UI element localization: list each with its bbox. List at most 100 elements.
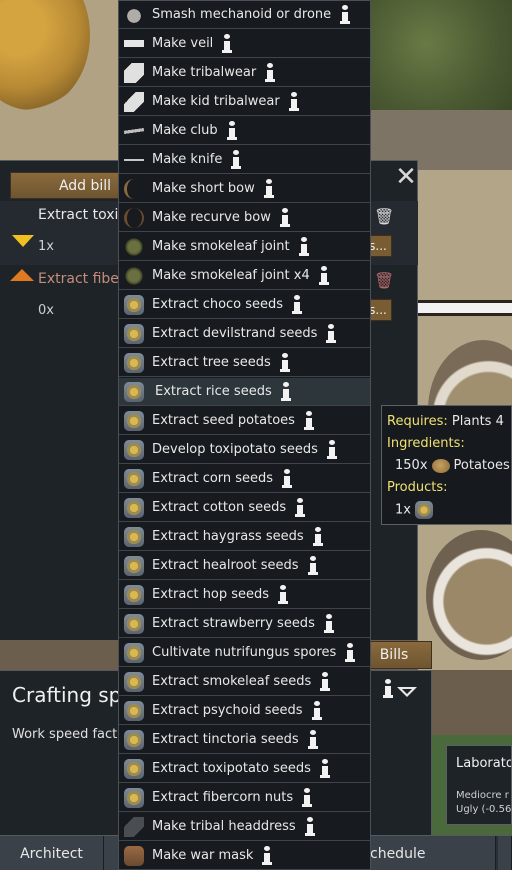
menu-item[interactable]: Make war mask <box>119 842 370 870</box>
inspect-title: Crafting spo <box>12 683 134 707</box>
menu-item[interactable]: Extract hop seeds <box>119 581 370 609</box>
smokeleaf-joint-icon <box>124 265 144 286</box>
info-icon[interactable] <box>298 236 310 257</box>
tab-architect[interactable]: Architect <box>0 836 104 870</box>
move-up-icon[interactable] <box>10 269 34 281</box>
menu-item-label: Make kid tribalwear <box>152 94 280 109</box>
menu-item[interactable]: Extract corn seeds <box>119 465 370 493</box>
seed-icon <box>124 642 144 663</box>
menu-item-label: Cultivate nutrifungus spores <box>152 645 337 660</box>
delete-icon[interactable]: 🗑 <box>374 207 394 226</box>
info-icon[interactable] <box>301 787 313 808</box>
menu-item[interactable]: Extract devilstrand seeds <box>119 320 370 348</box>
menu-item-label: Make smokeleaf joint <box>152 239 290 254</box>
info-icon[interactable] <box>311 700 323 721</box>
menu-item[interactable]: Extract tree seeds <box>119 349 370 377</box>
menu-item[interactable]: Extract fibercorn nuts <box>119 784 370 812</box>
info-icon[interactable] <box>326 439 338 460</box>
info-icon[interactable] <box>382 679 394 699</box>
menu-item[interactable]: Make club <box>119 117 370 145</box>
menu-item-label: Extract corn seeds <box>152 471 274 486</box>
menu-item[interactable]: Make recurve bow <box>119 204 370 232</box>
info-icon[interactable] <box>323 613 335 634</box>
club-icon <box>122 119 146 142</box>
menu-item-label: Extract fibercorn nuts <box>152 790 294 805</box>
menu-item[interactable]: Make knife <box>119 146 370 174</box>
info-icon[interactable] <box>226 120 238 141</box>
menu-item[interactable]: Extract seed potatoes <box>119 407 370 435</box>
menu-item[interactable]: Make smokeleaf joint <box>119 233 370 261</box>
info-icon[interactable] <box>319 758 331 779</box>
menu-item[interactable]: Develop toxipotato seeds <box>119 436 370 464</box>
info-icon[interactable] <box>318 265 330 286</box>
menu-item-label: Make war mask <box>152 848 254 863</box>
menu-item[interactable]: Extract strawberry seeds <box>119 610 370 638</box>
requires-line: Requires: Plants 4 <box>387 414 504 429</box>
info-icon[interactable] <box>304 816 316 837</box>
info-icon[interactable] <box>319 671 331 692</box>
menu-item-label: Make club <box>152 123 218 138</box>
room-info-tooltip: Laborato Mediocre r Ugly (-0.56 <box>446 745 512 825</box>
info-icon[interactable] <box>344 642 356 663</box>
move-down-icon[interactable] <box>12 235 34 247</box>
menu-item[interactable]: Extract healroot seeds <box>119 552 370 580</box>
menu-item-label: Make recurve bow <box>152 210 271 225</box>
menu-item[interactable]: Extract choco seeds <box>119 291 370 319</box>
info-icon[interactable] <box>307 729 319 750</box>
info-icon[interactable] <box>307 555 319 576</box>
plant-sprite <box>370 0 512 110</box>
tab-schedule[interactable]: chedule <box>352 836 496 870</box>
menu-item-label: Make tribal headdress <box>152 819 296 834</box>
info-icon[interactable] <box>261 845 273 866</box>
info-icon[interactable] <box>303 410 315 431</box>
info-icon[interactable] <box>230 149 242 170</box>
mechanoid-icon <box>124 4 144 25</box>
menu-item[interactable]: Make veil <box>119 30 370 58</box>
collapse-icon[interactable] <box>396 685 418 699</box>
info-icon[interactable] <box>294 497 306 518</box>
menu-item-label: Extract choco seeds <box>152 297 284 312</box>
info-icon[interactable] <box>277 584 289 605</box>
menu-item-label: Make tribalwear <box>152 65 257 80</box>
info-icon[interactable] <box>280 381 292 402</box>
menu-item[interactable]: Extract toxipotato seeds <box>119 755 370 783</box>
info-icon[interactable] <box>264 62 276 83</box>
menu-item[interactable]: Make smokeleaf joint x4 <box>119 262 370 290</box>
bill-count: 1x <box>38 239 54 254</box>
info-icon[interactable] <box>279 352 291 373</box>
menu-item[interactable]: Extract haygrass seeds <box>119 523 370 551</box>
info-icon[interactable] <box>288 91 300 112</box>
menu-item[interactable]: Make kid tribalwear <box>119 88 370 116</box>
recipe-float-menu: Smash mechanoid or drone Make veil Make tr… <box>118 0 371 870</box>
seed-icon <box>124 294 144 315</box>
info-icon[interactable] <box>281 468 293 489</box>
menu-item-label: Make knife <box>152 152 223 167</box>
menu-item[interactable]: Extract smokeleaf seeds <box>119 668 370 696</box>
delete-icon[interactable]: 🗑 <box>374 271 394 290</box>
menu-item[interactable]: Make short bow <box>119 175 370 203</box>
menu-item[interactable]: Smash mechanoid or drone <box>119 1 370 29</box>
info-icon[interactable] <box>279 207 291 228</box>
menu-item[interactable]: Make tribalwear <box>119 59 370 87</box>
room-beauty: Ugly (-0.56 <box>456 804 512 815</box>
info-icon[interactable] <box>291 294 303 315</box>
info-icon[interactable] <box>263 178 275 199</box>
bill-count: 0x <box>38 303 54 318</box>
info-icon[interactable] <box>339 4 351 25</box>
close-icon[interactable]: ✕ <box>394 162 418 192</box>
feather-icon <box>124 816 144 837</box>
menu-item[interactable]: Extract tinctoria seeds <box>119 726 370 754</box>
menu-item-label: Extract healroot seeds <box>152 558 299 573</box>
info-icon[interactable] <box>221 33 233 54</box>
product-line: 1x <box>395 501 433 519</box>
menu-item[interactable]: Extract rice seeds <box>119 378 370 406</box>
menu-item-label: Extract rice seeds <box>155 384 272 399</box>
menu-item[interactable]: Extract cotton seeds <box>119 494 370 522</box>
tab-hidden-2[interactable] <box>498 836 512 870</box>
info-icon[interactable] <box>325 323 337 344</box>
menu-item[interactable]: Cultivate nutrifungus spores <box>119 639 370 667</box>
menu-item[interactable]: Make tribal headdress <box>119 813 370 841</box>
menu-item[interactable]: Extract psychoid seeds <box>119 697 370 725</box>
seed-icon <box>124 729 144 750</box>
info-icon[interactable] <box>312 526 324 547</box>
